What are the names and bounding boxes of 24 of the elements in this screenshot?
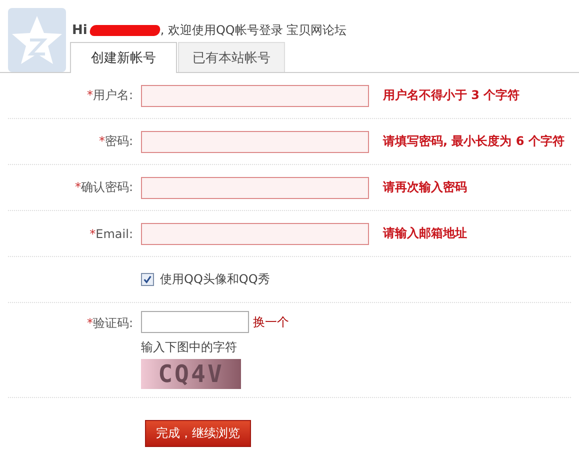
refresh-link[interactable]: 换一个: [253, 314, 289, 330]
field-label: *密码:: [98, 134, 133, 148]
error-message: 请再次输入密码: [383, 179, 467, 196]
input-field[interactable]: [141, 130, 369, 152]
input-field[interactable]: [141, 222, 369, 244]
field-label: *确认密码:: [74, 180, 133, 194]
error-message: 请输入邮箱地址: [383, 225, 467, 242]
submit-button[interactable]: 完成，继续浏览: [145, 420, 251, 447]
input-field[interactable]: [141, 84, 369, 106]
field-label: *用户名:: [86, 88, 133, 102]
input-field[interactable]: [141, 311, 249, 333]
error-message: 请填写密码, 最小长度为 6 个字符: [383, 133, 564, 150]
greeting-text: Hi: [72, 22, 88, 38]
checkbox[interactable]: [141, 273, 154, 286]
hint-text: 输入下图中的字符: [141, 339, 238, 356]
tab[interactable]: 创建新帐号: [70, 42, 177, 73]
tab[interactable]: 已有本站帐号: [178, 42, 285, 72]
error-message: 用户名不得小于 3 个字符: [383, 87, 520, 104]
input-field[interactable]: [141, 176, 369, 198]
field-label: *验证码:: [86, 316, 133, 330]
welcome-text: , 欢迎使用QQ帐号登录 宝贝网论坛: [160, 22, 347, 38]
checkbox-label: 使用QQ头像和QQ秀: [160, 271, 270, 288]
captcha-image: CQ4V: [141, 359, 241, 389]
field-label: *Email:: [90, 226, 133, 240]
